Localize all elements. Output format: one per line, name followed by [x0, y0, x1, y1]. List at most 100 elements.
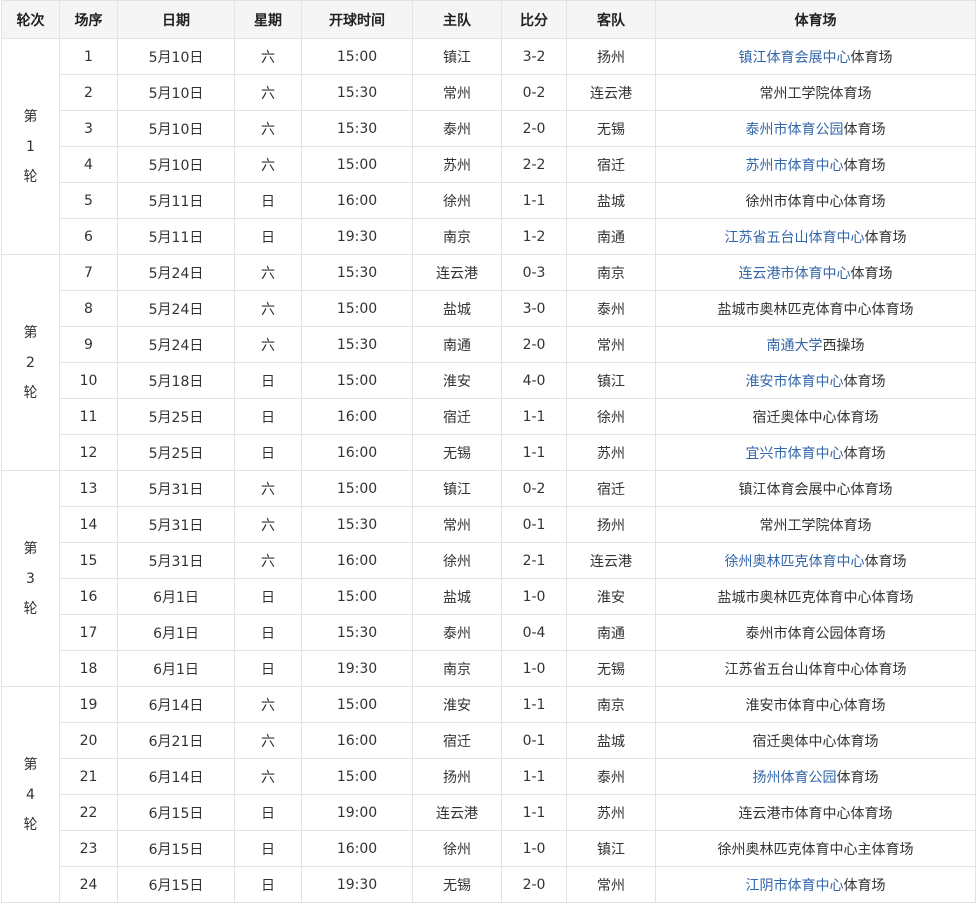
- venue-link[interactable]: 江苏省五台山体育中心: [725, 230, 865, 246]
- weekday-cell: 日: [234, 578, 302, 615]
- weekday-cell: 六: [234, 146, 302, 183]
- away-team-cell: 南京: [566, 254, 656, 291]
- table-body: 第 1 轮 1 5月10日六 15:00 镇江 3-2 扬州 镇江体育会展中心体育场 2 5月10日六…: [1, 38, 976, 903]
- score-cell: 2-0: [501, 866, 567, 903]
- venue-link[interactable]: 苏州市体育中心: [746, 158, 844, 174]
- match-schedule-table: 轮次 场序 日期 星期 开球时间 主队 比分 客队 体育场 第 1 轮 1 5月10日六…: [1, 0, 976, 903]
- kickoff-time-cell: 15:30: [301, 614, 413, 651]
- home-team-cell: 无锡: [412, 866, 502, 903]
- kickoff-time-cell: 15:30: [301, 254, 413, 291]
- match-no-cell: 7: [59, 254, 118, 291]
- venue-link[interactable]: 宜兴市体育中心: [746, 446, 844, 462]
- venue-text: 体育场: [836, 769, 879, 786]
- away-team-cell: 南通: [566, 614, 656, 651]
- date-cell: 6月15日: [117, 830, 235, 867]
- venue-text: 宿迁奥体中心体育场: [752, 409, 879, 426]
- venue-text: 江苏省五台山体育中心体育场: [724, 661, 907, 678]
- match-no-cell: 2: [59, 74, 118, 111]
- venue-cell: 宜兴市体育中心体育场: [655, 434, 976, 471]
- header-venue: 体育场: [655, 0, 976, 39]
- round-label-part: 第: [23, 108, 38, 125]
- round-label-part: 第: [23, 324, 38, 341]
- venue-cell: 徐州市体育中心体育场: [655, 182, 976, 219]
- table-row: 21 6月14日六 15:00 扬州 1-1 泰州 扬州体育公园体育场: [2, 758, 976, 795]
- match-no-cell: 3: [59, 110, 118, 147]
- venue-cell: 泰州市体育公园体育场: [655, 110, 976, 147]
- away-team-cell: 盐城: [566, 182, 656, 219]
- round-label-part: 轮: [23, 168, 38, 185]
- venue-link[interactable]: 淮安市体育中心: [746, 374, 844, 390]
- home-team-cell: 镇江: [412, 38, 502, 75]
- header-row: 轮次 场序 日期 星期 开球时间 主队 比分 客队 体育场: [1, 0, 976, 39]
- away-team-cell: 苏州: [566, 434, 656, 471]
- venue-text: 体育场: [864, 553, 907, 570]
- kickoff-time-cell: 15:30: [301, 326, 413, 363]
- away-team-cell: 常州: [566, 326, 656, 363]
- date-cell: 5月24日: [117, 290, 235, 327]
- weekday-cell: 六: [234, 74, 302, 111]
- kickoff-time-cell: 19:00: [301, 794, 413, 831]
- venue-link[interactable]: 扬州体育公园: [753, 770, 837, 786]
- score-cell: 1-1: [501, 794, 567, 831]
- venue-link[interactable]: 连云港市体育中心: [739, 266, 851, 282]
- match-no-cell: 8: [59, 290, 118, 327]
- score-cell: 1-1: [501, 434, 567, 471]
- table-row: 15 5月31日六 16:00 徐州 2-1 连云港 徐州奥林匹克体育中心体育场: [2, 542, 976, 579]
- header-away-team: 客队: [566, 0, 656, 39]
- kickoff-time-cell: 16:00: [301, 542, 413, 579]
- match-no-cell: 22: [59, 794, 118, 831]
- venue-text: 体育场: [843, 373, 886, 390]
- score-cell: 0-4: [501, 614, 567, 651]
- match-no-cell: 19: [59, 686, 118, 723]
- venue-text: 泰州市体育公园体育场: [745, 625, 886, 642]
- table-row: 11 5月25日日 16:00 宿迁 1-1 徐州 宿迁奥体中心体育场: [2, 398, 976, 435]
- header-weekday: 星期: [234, 0, 302, 39]
- venue-link[interactable]: 泰州市体育公园: [746, 122, 844, 138]
- venue-link[interactable]: 南通大学: [767, 338, 823, 354]
- away-team-cell: 盐城: [566, 722, 656, 759]
- home-team-cell: 常州: [412, 74, 502, 111]
- date-cell: 6月1日: [117, 614, 235, 651]
- score-cell: 1-0: [501, 578, 567, 615]
- away-team-cell: 无锡: [566, 650, 656, 687]
- venue-text: 体育场: [843, 157, 886, 174]
- match-no-cell: 14: [59, 506, 118, 543]
- venue-text: 盐城市奥林匹克体育中心体育场: [717, 589, 914, 606]
- home-team-cell: 淮安: [412, 362, 502, 399]
- header-kickoff-time: 开球时间: [301, 0, 413, 39]
- venue-cell: 常州工学院体育场: [655, 506, 976, 543]
- venue-text: 宿迁奥体中心体育场: [752, 733, 879, 750]
- venue-link[interactable]: 徐州奥林匹克体育中心: [725, 554, 865, 570]
- table-row: 4 5月10日六 15:00 苏州 2-2 宿迁 苏州市体育中心体育场: [2, 146, 976, 183]
- score-cell: 1-2: [501, 218, 567, 255]
- match-no-cell: 20: [59, 722, 118, 759]
- venue-cell: 江阴市体育中心体育场: [655, 866, 976, 903]
- date-cell: 5月10日: [117, 74, 235, 111]
- away-team-cell: 泰州: [566, 290, 656, 327]
- weekday-cell: 日: [234, 830, 302, 867]
- home-team-cell: 连云港: [412, 254, 502, 291]
- home-team-cell: 淮安: [412, 686, 502, 723]
- match-no-cell: 10: [59, 362, 118, 399]
- table-row: 12 5月25日日 16:00 无锡 1-1 苏州 宜兴市体育中心体育场: [2, 434, 976, 471]
- venue-link[interactable]: 江阴市体育中心: [746, 878, 844, 894]
- table-row: 20 6月21日六 16:00 宿迁 0-1 盐城 宿迁奥体中心体育场: [2, 722, 976, 759]
- score-cell: 0-1: [501, 722, 567, 759]
- venue-cell: 江苏省五台山体育中心体育场: [655, 218, 976, 255]
- score-cell: 2-0: [501, 326, 567, 363]
- venue-text: 体育场: [843, 445, 886, 462]
- away-team-cell: 徐州: [566, 398, 656, 435]
- weekday-cell: 六: [234, 506, 302, 543]
- header-home-team: 主队: [412, 0, 502, 39]
- score-cell: 2-0: [501, 110, 567, 147]
- venue-cell: 泰州市体育公园体育场: [655, 614, 976, 651]
- venue-text: 体育场: [864, 229, 907, 246]
- table-row: 18 6月1日日 19:30 南京 1-0 无锡 江苏省五台山体育中心体育场: [2, 650, 976, 687]
- venue-text: 盐城市奥林匹克体育中心体育场: [717, 301, 914, 318]
- kickoff-time-cell: 15:30: [301, 74, 413, 111]
- away-team-cell: 镇江: [566, 362, 656, 399]
- kickoff-time-cell: 19:30: [301, 218, 413, 255]
- venue-link[interactable]: 镇江体育会展中心: [739, 50, 851, 66]
- venue-cell: 镇江体育会展中心体育场: [655, 470, 976, 507]
- round-label-part: 轮: [23, 384, 38, 401]
